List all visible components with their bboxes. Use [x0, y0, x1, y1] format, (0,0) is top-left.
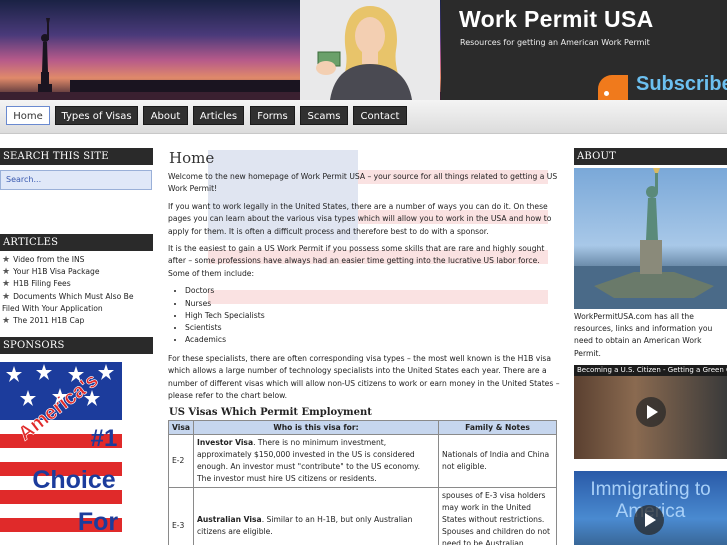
who-cell: Australian Visa. Similar to an H-1B, but… — [193, 487, 439, 545]
nav-home[interactable]: Home — [6, 106, 50, 125]
sponsor-line2: #1 — [91, 425, 118, 452]
search-input[interactable]: Search... — [0, 170, 152, 190]
play-icon[interactable] — [636, 396, 666, 427]
star-icon: ★ — [2, 267, 11, 278]
sponsor-line4: For — [78, 508, 119, 536]
skills-paragraph: It is the easiest to gain a US Work Perm… — [168, 244, 545, 278]
rss-icon — [598, 75, 628, 100]
main-content: Home Welcome to the new homepage of Work… — [168, 148, 560, 545]
nav-articles[interactable]: Articles — [193, 106, 244, 125]
nav-scams[interactable]: Scams — [300, 106, 348, 125]
site-tagline: Resources for getting an American Work P… — [460, 38, 650, 47]
page-title: Home — [169, 149, 215, 167]
table-header-row: Visa Who is this visa for: Family & Note… — [168, 420, 557, 436]
star-icon: ★ — [2, 316, 11, 327]
article-link[interactable]: ★ Your H1B Visa Package — [0, 266, 153, 278]
statue-of-liberty-icon — [38, 18, 52, 94]
notes-cell: spouses of E-3 visa holders may work in … — [438, 487, 557, 545]
video-player-2[interactable]: Immigrating to America — [574, 470, 727, 545]
video-title: Becoming a U.S. Citizen - Getting a Gree… — [574, 364, 727, 376]
column-header: Family & Notes — [438, 420, 557, 436]
about-heading: ABOUT — [574, 148, 727, 165]
sponsor-banner[interactable]: America's #1 Choice For — [0, 362, 122, 545]
star-icon: ★ — [2, 279, 11, 290]
flag-banner-image: America's #1 Choice For — [0, 362, 122, 545]
statue-of-liberty-photo — [574, 168, 727, 309]
woman-holding-card-image — [300, 0, 440, 100]
right-sidebar: ABOUT WorkPermitUSA.com has all the reso… — [574, 148, 727, 545]
work-legally-paragraph: If you want to work legally in the Unite… — [168, 201, 552, 236]
left-sidebar: SEARCH THIS SITE Search... ARTICLES ★ Vid… — [0, 148, 153, 545]
sponsor-line3: Choice — [32, 466, 115, 494]
column-header: Visa — [168, 420, 194, 436]
visa-cell: E-3 — [168, 487, 194, 545]
intro-paragraph: Welcome to the new homepage of Work Perm… — [168, 172, 558, 194]
articles-heading: ARTICLES — [0, 234, 153, 251]
article-link[interactable]: ★ H1B Filing Fees — [0, 278, 153, 290]
table-row: E-3 Australian Visa. Similar to an H-1B,… — [168, 487, 557, 545]
site-title[interactable]: Work Permit USA — [459, 6, 654, 33]
nav-types-of-visas[interactable]: Types of Visas — [55, 106, 138, 125]
visa-cell: E-2 — [168, 434, 194, 489]
visa-table: Visa Who is this visa for: Family & Note… — [168, 420, 557, 545]
star-icon: ★ — [2, 291, 11, 302]
column-header: Who is this visa for: — [193, 420, 439, 436]
statue-of-liberty-icon — [574, 168, 727, 309]
article-link[interactable]: ★ The 2011 H1B Cap — [0, 315, 153, 327]
about-text: WorkPermitUSA.com has all the resources,… — [574, 312, 713, 358]
video-player-1[interactable]: Becoming a U.S. Citizen - Getting a Gree… — [574, 364, 727, 459]
visa-table-heading: US Visas Which Permit Employment — [169, 407, 372, 419]
subscribe-button[interactable]: Subscribe — [598, 72, 727, 100]
list-item: Doctors — [185, 285, 560, 297]
star-icon: ★ — [2, 255, 11, 265]
who-cell: Investor Visa. There is no minimum inves… — [193, 434, 439, 489]
nav-forms[interactable]: Forms — [250, 106, 295, 125]
article-link[interactable]: ★ Video from the INS — [0, 254, 153, 266]
list-item: Academics — [185, 334, 560, 346]
list-item: High Tech Specialists — [185, 310, 560, 322]
site-header: Work Permit USA Resources for getting an… — [0, 0, 727, 100]
subscribe-label: Subscribe — [636, 73, 727, 95]
table-row: E-2 Investor Visa. There is no minimum i… — [168, 434, 557, 489]
article-link[interactable]: ★ Documents Which Must Also Be Filed With… — [0, 291, 153, 315]
notes-cell: Nationals of India and China not eligibl… — [438, 434, 557, 489]
nav-about[interactable]: About — [143, 106, 188, 125]
list-item: Nurses — [185, 298, 560, 310]
professions-list: Doctors Nurses High Tech Specialists Sci… — [185, 285, 560, 346]
list-item: Scientists — [185, 322, 560, 334]
header-banner-image — [0, 0, 441, 100]
nav-contact[interactable]: Contact — [353, 106, 407, 125]
sponsors-heading: SPONSORS — [0, 337, 153, 355]
specialists-paragraph: For these specialists, there are often c… — [168, 353, 560, 400]
main-nav: Home Types of Visas About Articles Forms… — [0, 100, 727, 134]
play-icon[interactable] — [634, 504, 664, 535]
articles-list: ★ Video from the INS ★ Your H1B Visa Packa… — [0, 251, 153, 327]
search-heading: SEARCH THIS SITE — [0, 148, 153, 165]
